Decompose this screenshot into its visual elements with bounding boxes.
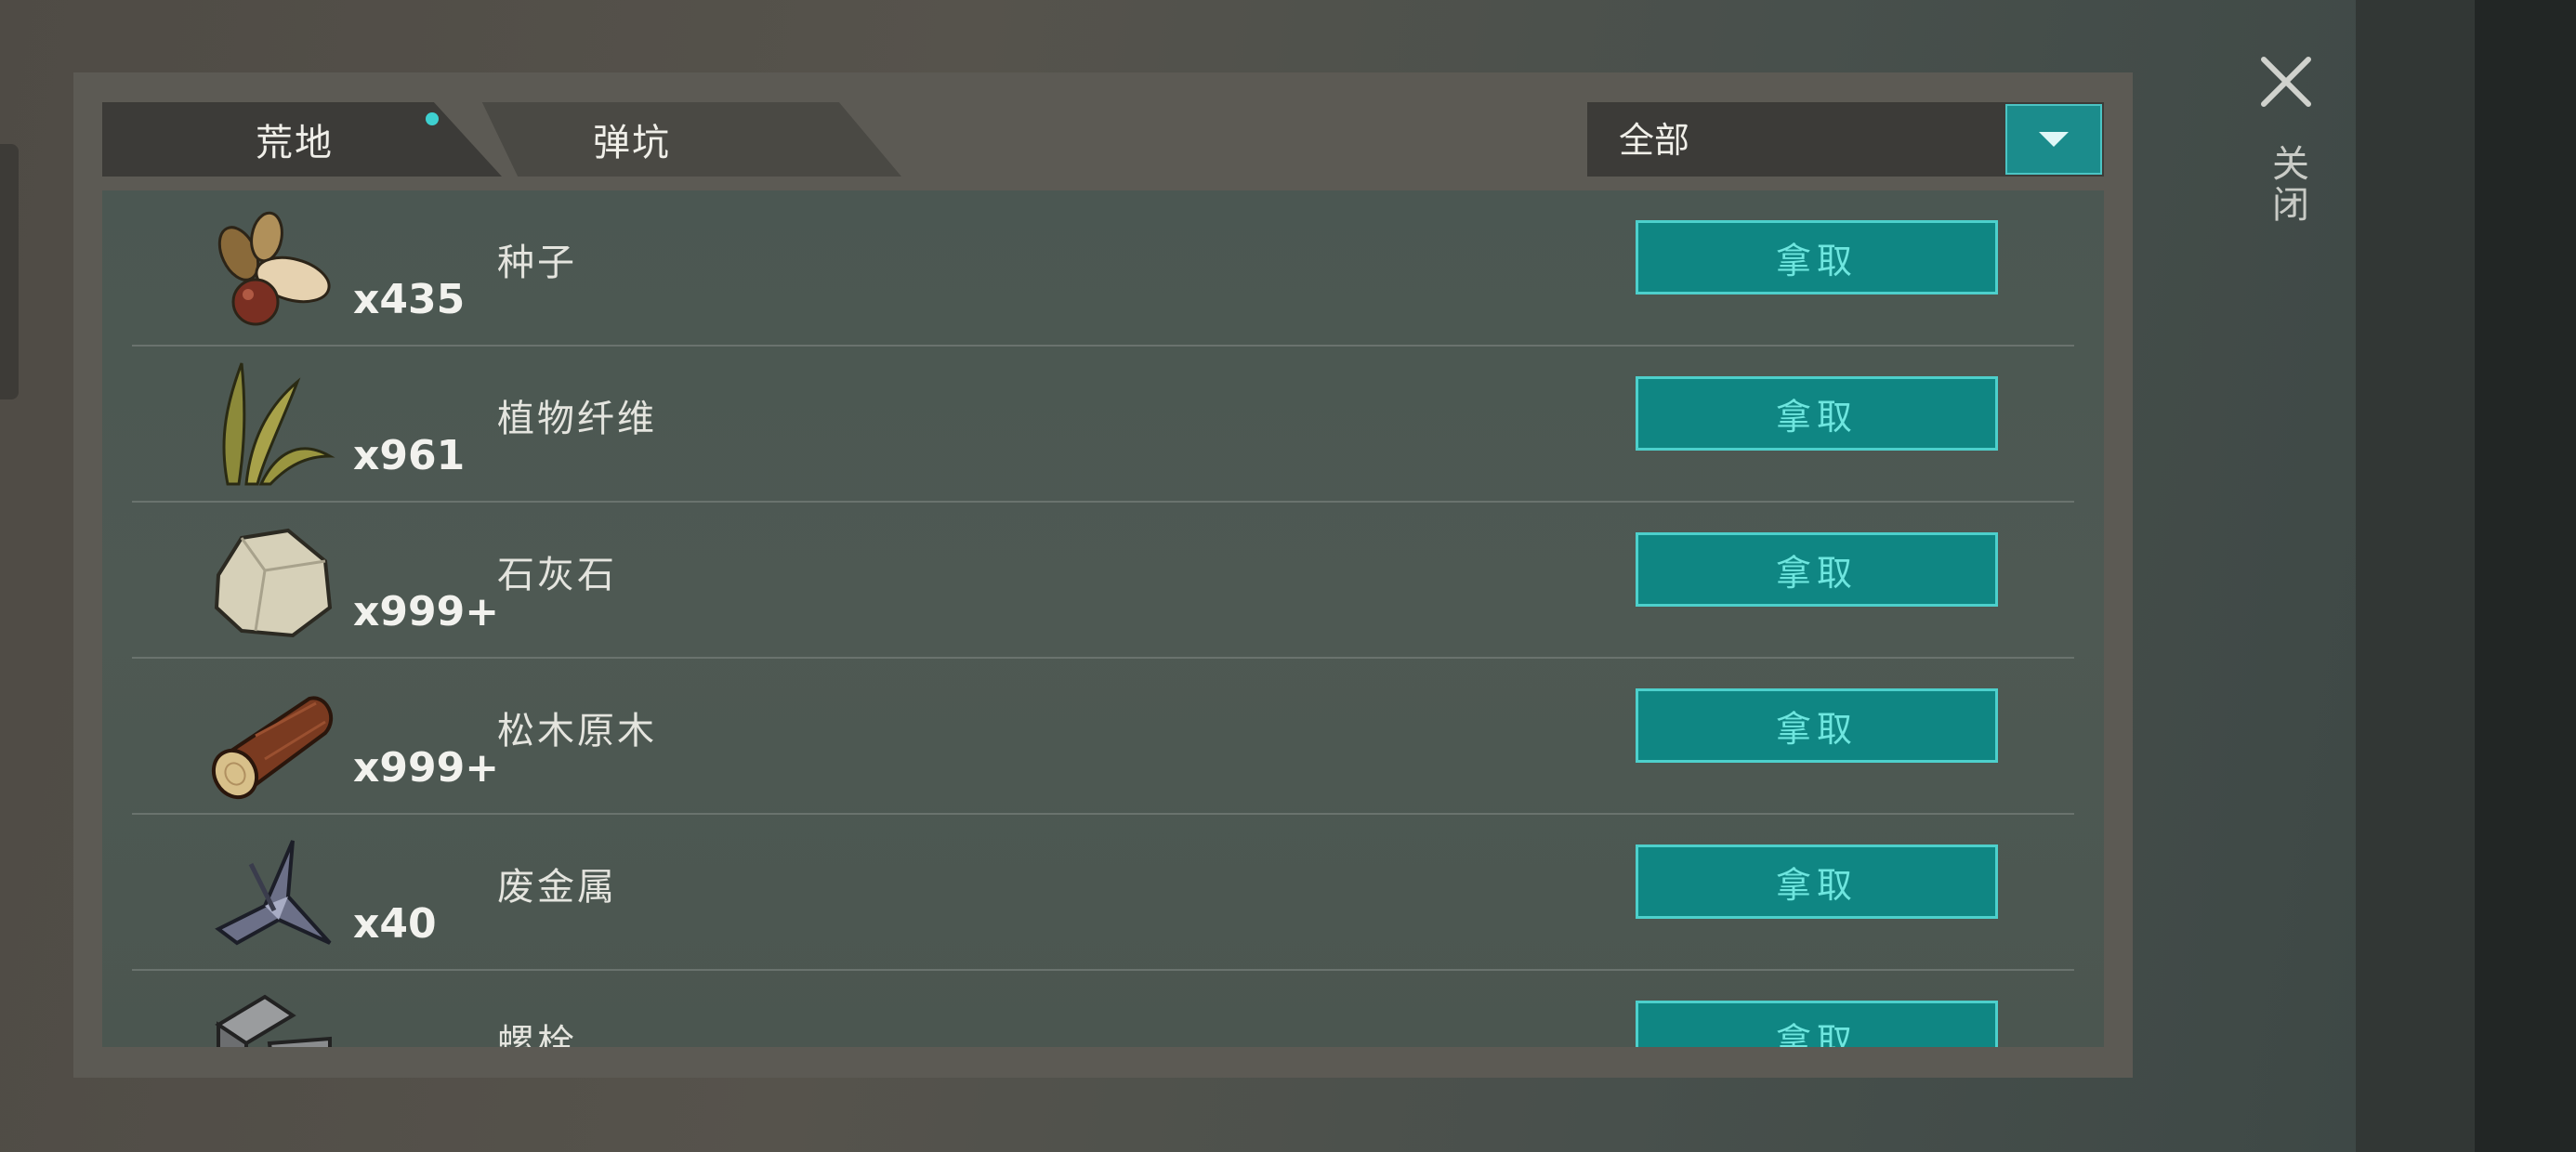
seeds-icon — [217, 211, 331, 326]
tab-label: 荒地 — [256, 122, 334, 164]
list-item: x435 种子 拿取 — [102, 190, 2104, 347]
item-list[interactable]: x435 种子 拿取 x961 植物纤维 拿取 x999+ 石灰石 拿取 x99… — [102, 190, 2104, 1047]
limestone-icon — [214, 528, 333, 638]
item-name: 种子 — [497, 242, 577, 284]
list-item: x999+ 松木原木 拿取 — [102, 659, 2104, 815]
filter-selected-value: 全部 — [1619, 120, 1690, 161]
scrap-metal-icon — [215, 840, 332, 946]
take-button[interactable]: 拿取 — [1636, 376, 1998, 451]
item-count: x999+ — [353, 588, 500, 635]
close-icon[interactable] — [2258, 54, 2314, 110]
item-name: 松木原木 — [497, 710, 657, 753]
item-name: 废金属 — [497, 866, 617, 909]
item-count: x961 — [353, 432, 466, 479]
bolt-icon — [215, 994, 332, 1047]
item-name: 石灰石 — [497, 554, 617, 596]
take-button[interactable]: 拿取 — [1636, 844, 1998, 919]
notification-dot — [426, 112, 439, 125]
screen-edge — [2475, 0, 2576, 1152]
pine-log-icon — [211, 696, 334, 800]
take-button[interactable]: 拿取 — [1636, 1001, 1998, 1047]
item-count: x435 — [353, 276, 466, 323]
tab-crater[interactable]: 弹坑 — [481, 102, 901, 177]
item-name: 植物纤维 — [497, 398, 657, 440]
chevron-down-icon — [2039, 132, 2069, 147]
item-count: x999+ — [353, 744, 500, 792]
list-item: x999+ 石灰石 拿取 — [102, 503, 2104, 659]
take-button[interactable]: 拿取 — [1636, 532, 1998, 607]
list-item: x961 植物纤维 拿取 — [102, 347, 2104, 503]
list-item: x40 废金属 拿取 — [102, 815, 2104, 971]
plant-fiber-icon — [222, 362, 335, 486]
location-tabs: 弹坑 荒地 — [102, 102, 901, 177]
item-name: 螺栓 — [497, 1022, 577, 1047]
tab-wasteland[interactable]: 荒地 — [102, 102, 502, 177]
left-drawer-handle[interactable] — [0, 144, 19, 399]
take-button[interactable]: 拿取 — [1636, 688, 1998, 763]
close-label[interactable]: 关闭 — [2260, 144, 2314, 226]
tab-label: 弹坑 — [593, 122, 671, 164]
dropdown-toggle-button[interactable] — [2005, 104, 2102, 175]
item-count: x40 — [353, 900, 437, 948]
list-item: 螺栓 拿取 — [102, 971, 2104, 1047]
side-shadow-strip — [2356, 0, 2475, 1152]
filter-dropdown[interactable]: 全部 — [1587, 102, 2104, 177]
take-button[interactable]: 拿取 — [1636, 220, 1998, 295]
